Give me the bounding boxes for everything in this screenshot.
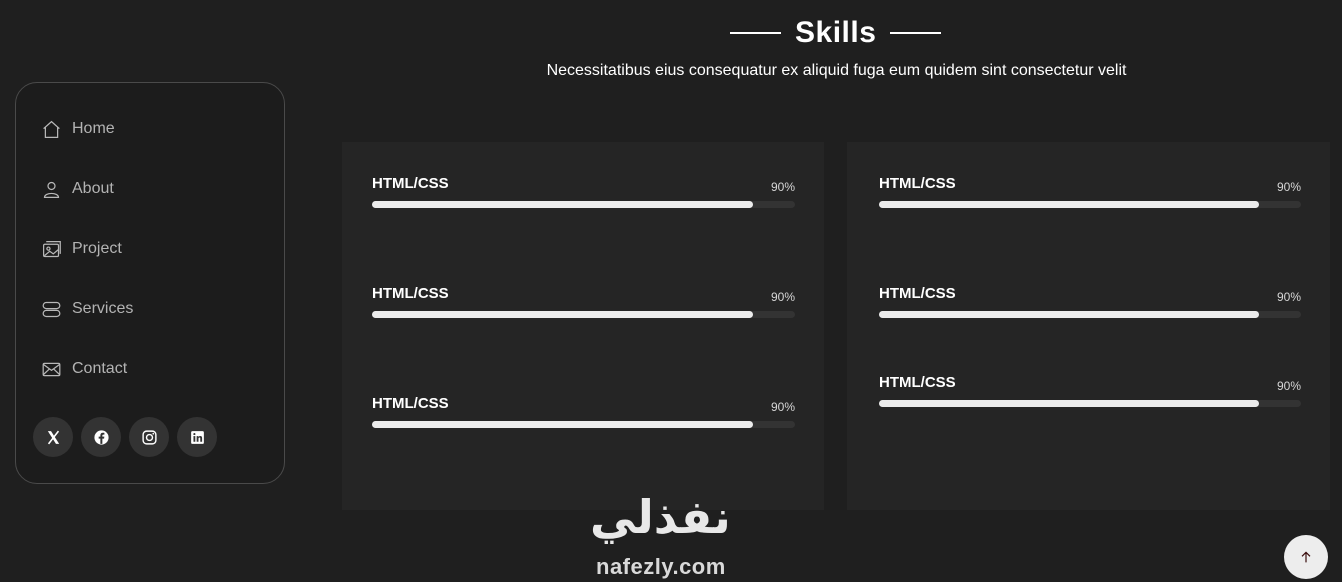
watermark-logo-latin: nafezly.com <box>596 554 726 579</box>
social-links <box>33 417 217 457</box>
section-header: Skills <box>730 16 942 50</box>
sidebar-item-home[interactable]: Home <box>40 117 115 141</box>
skill-name: HTML/CSS <box>879 285 956 302</box>
linkedin-icon <box>190 430 204 444</box>
sidebar-nav: Home About Project Services Contact <box>15 82 285 484</box>
skill-percent: 90% <box>1276 379 1301 393</box>
skill-percent: 90% <box>770 180 795 194</box>
scroll-to-top-button[interactable] <box>1284 535 1328 579</box>
person-icon <box>40 178 62 200</box>
progress-fill <box>372 311 753 318</box>
sidebar-item-services[interactable]: Services <box>40 297 133 321</box>
facebook-link[interactable] <box>81 417 121 457</box>
house-icon <box>40 118 62 140</box>
progress-fill <box>879 201 1259 208</box>
skill-name: HTML/CSS <box>879 175 956 192</box>
section-subtitle: Necessitatibus eius consequatur ex aliqu… <box>546 62 1127 79</box>
skill-percent: 90% <box>770 290 795 304</box>
server-icon <box>40 298 62 320</box>
progress-fill <box>372 421 753 428</box>
sidebar-item-label: Services <box>72 300 134 317</box>
progress-fill <box>879 400 1259 407</box>
sidebar-item-label: Contact <box>72 360 128 377</box>
skills-card-left: HTML/CSS 90% HTML/CSS 90% HTML/CSS 90% <box>342 142 824 510</box>
x-twitter-icon <box>47 430 59 444</box>
skill-percent: 90% <box>1276 290 1301 304</box>
progress-track <box>372 311 795 318</box>
instagram-icon <box>141 429 157 445</box>
image-icon <box>40 238 62 260</box>
progress-track <box>372 201 795 208</box>
linkedin-link[interactable] <box>177 417 217 457</box>
page: Home About Project Services Contact Skil… <box>0 0 1342 582</box>
skill-name: HTML/CSS <box>879 374 956 391</box>
envelope-icon <box>40 358 62 380</box>
progress-track <box>879 400 1301 407</box>
skill-percent: 90% <box>770 400 795 414</box>
sidebar-item-label: Project <box>72 240 122 257</box>
skill-percent: 90% <box>1276 180 1301 194</box>
sidebar-item-contact[interactable]: Contact <box>40 357 127 381</box>
progress-track <box>879 201 1301 208</box>
x-twitter-link[interactable] <box>33 417 73 457</box>
title-divider-right <box>890 32 942 34</box>
sidebar-item-project[interactable]: Project <box>40 237 122 261</box>
progress-track <box>372 421 795 428</box>
instagram-link[interactable] <box>129 417 169 457</box>
section-title: Skills <box>795 16 877 49</box>
arrow-up-icon <box>1301 551 1311 563</box>
sidebar-item-about[interactable]: About <box>40 177 114 201</box>
skill-name: HTML/CSS <box>372 285 449 302</box>
progress-fill <box>372 201 753 208</box>
sidebar-item-label: About <box>72 180 114 197</box>
watermark-logo-arabic: نفذلي <box>590 490 731 544</box>
title-divider-left <box>730 32 781 34</box>
skills-card-right: HTML/CSS 90% HTML/CSS 90% HTML/CSS 90% <box>847 142 1330 510</box>
skill-name: HTML/CSS <box>372 175 449 192</box>
progress-track <box>879 311 1301 318</box>
progress-fill <box>879 311 1259 318</box>
facebook-icon <box>93 429 109 445</box>
skill-name: HTML/CSS <box>372 395 449 412</box>
sidebar-item-label: Home <box>72 120 115 137</box>
